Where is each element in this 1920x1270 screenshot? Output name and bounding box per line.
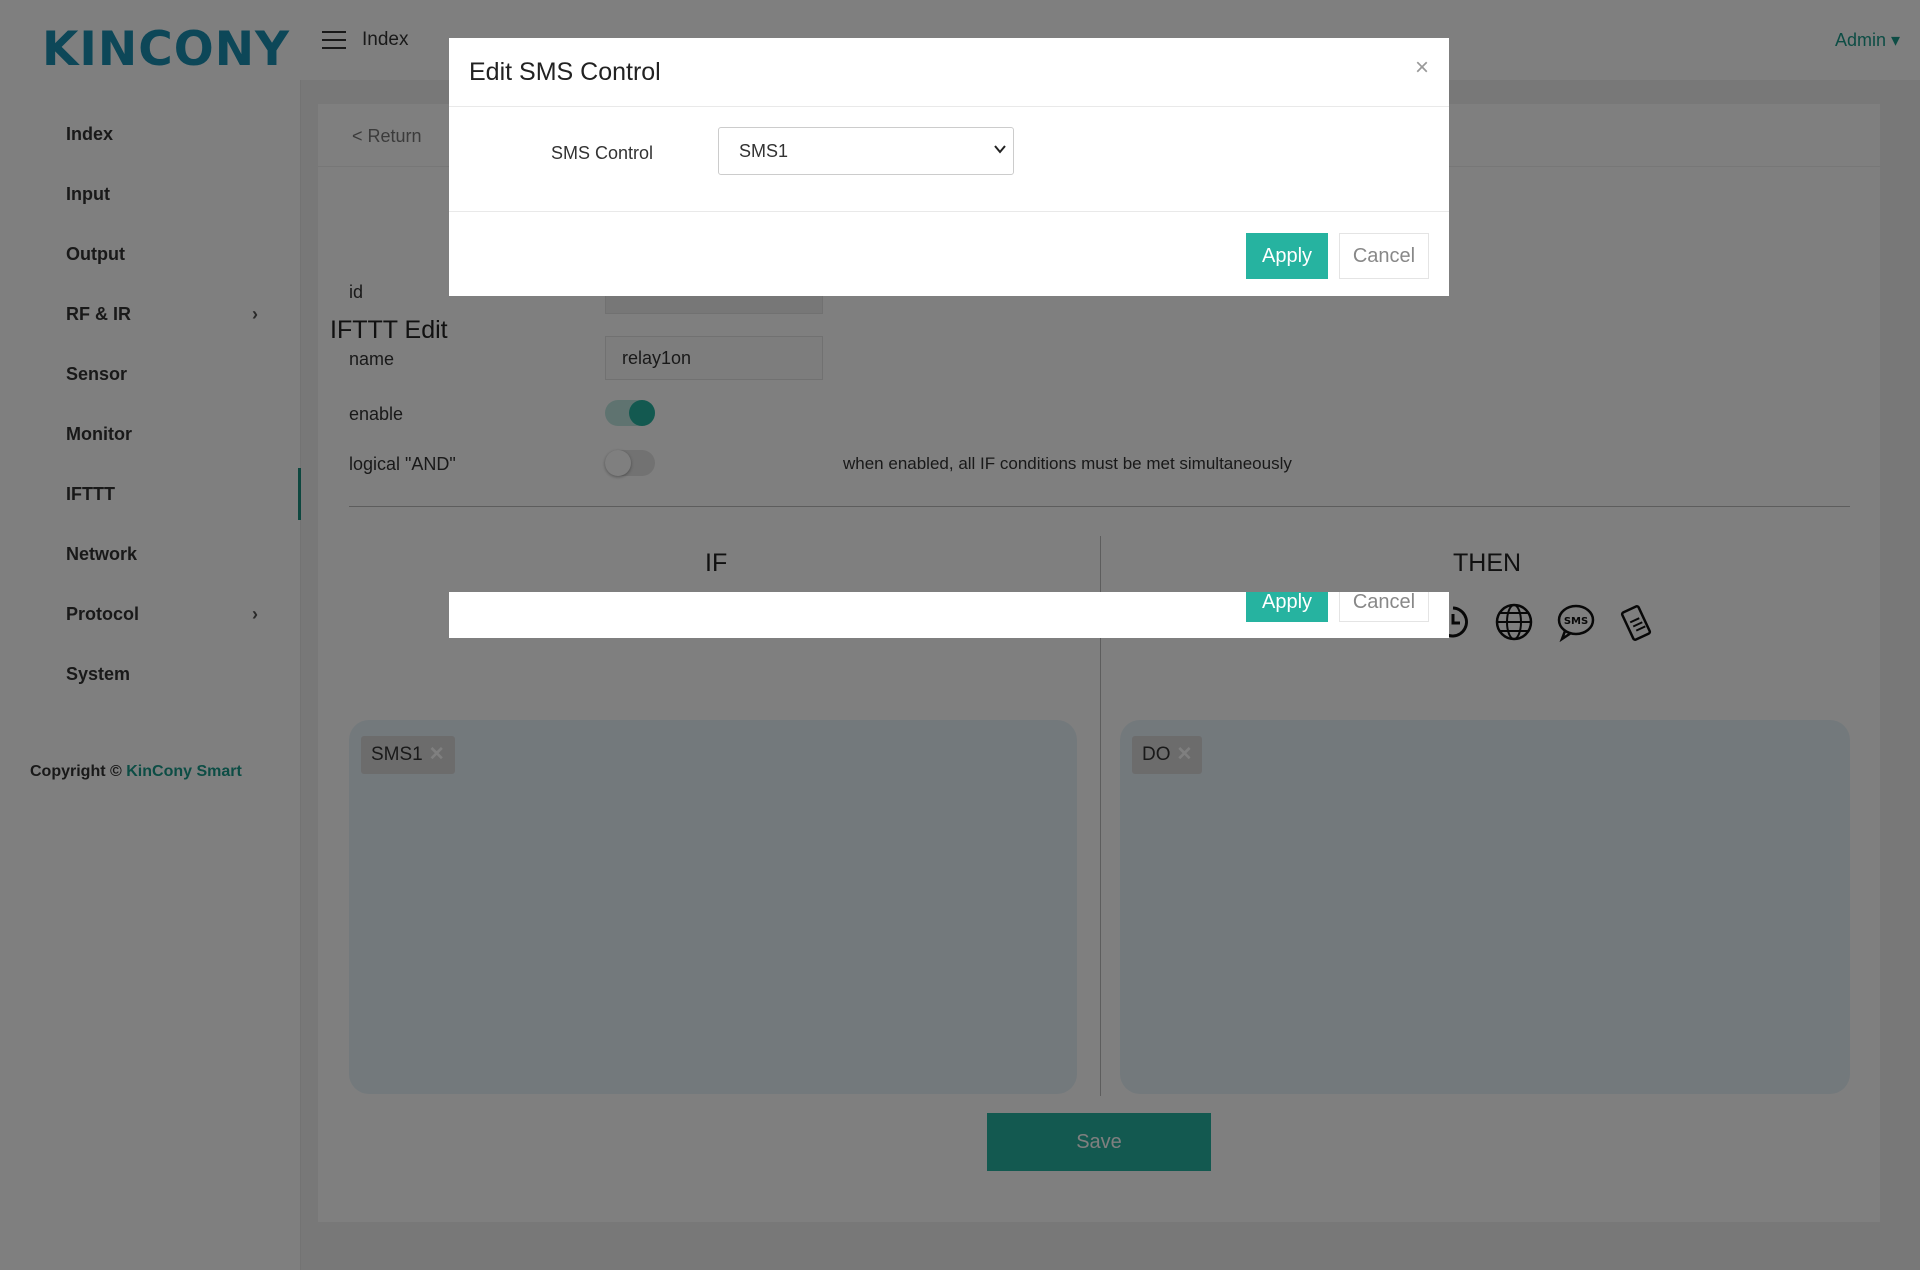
sms-control-label: SMS Control xyxy=(551,143,654,163)
ghost-cancel-button: Cancel xyxy=(1339,592,1429,622)
modal-body: SMS Control SMS1 xyxy=(449,107,1449,212)
chevron-down-icon xyxy=(994,145,1006,154)
ghost-apply-button: Apply xyxy=(1246,592,1328,622)
apply-button[interactable]: Apply xyxy=(1246,233,1328,279)
ghost-modal-footer: Apply Cancel xyxy=(449,592,1449,638)
close-icon[interactable]: × xyxy=(1415,54,1429,82)
sms-control-selected-value: SMS1 xyxy=(739,141,789,161)
sms-control-select[interactable]: SMS1 xyxy=(718,127,1014,175)
modal-header: Edit SMS Control × xyxy=(449,38,1449,107)
edit-sms-control-modal: Edit SMS Control × SMS Control SMS1 Appl… xyxy=(449,38,1449,296)
modal-title: Edit SMS Control xyxy=(469,58,661,86)
cancel-button[interactable]: Cancel xyxy=(1339,233,1429,279)
